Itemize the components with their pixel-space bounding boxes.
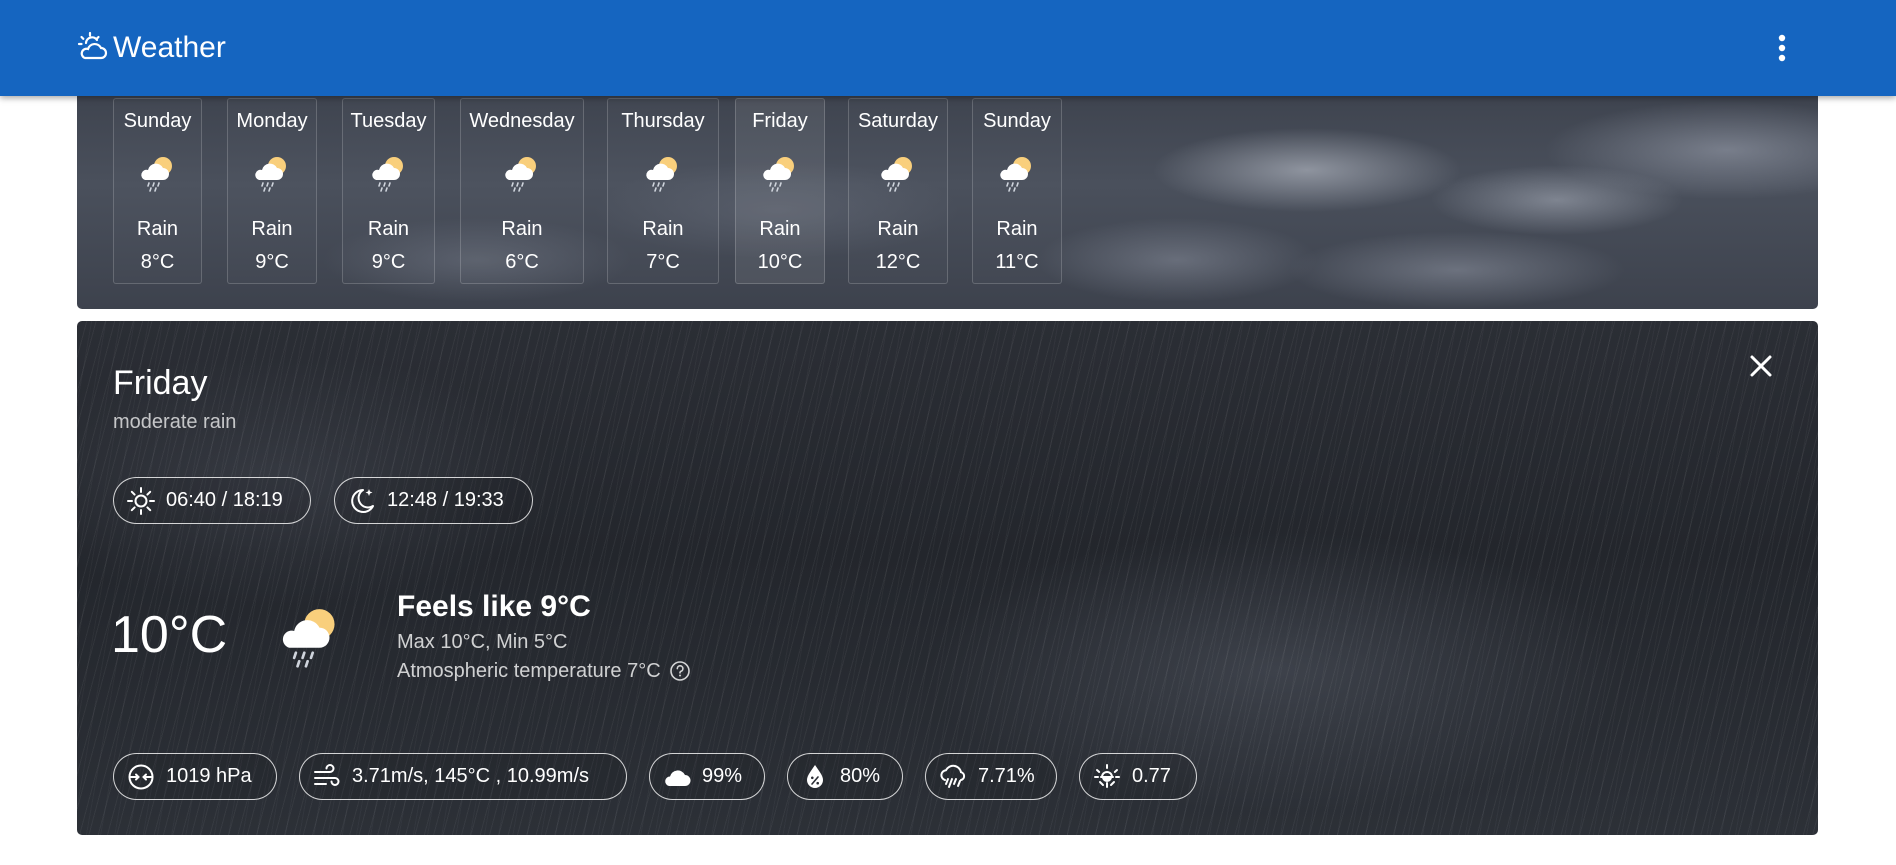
forecast-day-tile[interactable]: Tuesday Rain 9°C xyxy=(342,98,435,284)
day-detail-card: Friday moderate rain 06:40 / 18:19 12:48… xyxy=(77,321,1818,835)
atmospheric-temperature: Atmospheric temperature 7°C xyxy=(397,660,661,682)
day-condition: Rain xyxy=(136,218,179,240)
forecast-day-tile[interactable]: Saturday Rain 12°C xyxy=(848,98,948,284)
wind-chip: 3.71m/s, 145°C , 10.99m/s xyxy=(299,753,627,800)
pressure-chip: 1019 hPa xyxy=(113,753,277,800)
humidity-value: 80% xyxy=(840,765,881,787)
uv-index-chip: 0.77 xyxy=(1079,753,1197,800)
moon-stars-icon xyxy=(351,488,374,513)
current-temperature: 10°C xyxy=(111,606,228,664)
forecast-day-tile[interactable]: Thursday Rain 7°C xyxy=(607,98,719,284)
moonrise-moonset-chip: 12:48 / 19:33 xyxy=(334,477,533,524)
day-name: Sunday xyxy=(983,110,1051,132)
forecast-day-tile[interactable]: Sunday Rain 11°C xyxy=(972,98,1062,284)
day-name: Saturday xyxy=(857,110,939,132)
day-condition: Rain xyxy=(759,218,801,240)
day-temperature: 9°C xyxy=(255,251,289,273)
feels-like: Feels like 9°C xyxy=(397,590,591,623)
day-condition: Rain xyxy=(367,218,410,240)
close-icon xyxy=(1750,355,1772,377)
day-name: Monday xyxy=(236,110,308,132)
moonrise-moonset-value: 12:48 / 19:33 xyxy=(387,489,504,511)
precipitation-value: 7.71% xyxy=(978,765,1035,787)
day-temperature: 10°C xyxy=(757,251,803,273)
day-temperature: 8°C xyxy=(140,251,175,273)
weather-app-icon xyxy=(77,31,108,60)
more-options-button[interactable] xyxy=(1762,28,1802,68)
more-vert-icon xyxy=(1778,34,1786,62)
forecast-day-tile[interactable]: Wednesday Rain 6°C xyxy=(460,98,584,284)
detail-description: moderate rain xyxy=(113,411,237,433)
day-temperature: 11°C xyxy=(995,251,1039,273)
sunrise-sunset-chip: 06:40 / 18:19 xyxy=(113,477,311,524)
wind-value: 3.71m/s, 145°C , 10.99m/s xyxy=(352,765,590,787)
day-temperature: 9°C xyxy=(371,251,406,273)
day-condition: Rain xyxy=(996,218,1038,240)
rain-sun-icon xyxy=(763,157,794,192)
cloudiness-chip: 99% xyxy=(649,753,765,800)
rain-cloud-icon xyxy=(940,764,966,788)
day-name: Thursday xyxy=(621,110,705,132)
day-name: Wednesday xyxy=(469,110,575,132)
forecast-day-tile[interactable]: Monday Rain 9°C xyxy=(227,98,317,284)
help-icon[interactable] xyxy=(669,660,691,682)
detail-day-title: Friday xyxy=(113,364,208,402)
rain-sun-icon xyxy=(282,609,335,668)
day-temperature: 7°C xyxy=(646,251,680,273)
day-name: Friday xyxy=(752,110,808,132)
forecast-card: Sunday Rain 8°C Monday Rain 9°C Tuesday xyxy=(77,60,1818,309)
day-temperature: 12°C xyxy=(875,251,921,273)
day-condition: Rain xyxy=(877,218,919,240)
day-condition: Rain xyxy=(642,218,684,240)
uv-index-value: 0.77 xyxy=(1132,765,1171,787)
wind-icon xyxy=(314,763,340,786)
forecast-day-tile-selected[interactable]: Friday Rain 10°C xyxy=(735,98,825,284)
app-bar: Weather xyxy=(0,0,1896,96)
max-min-temperature: Max 10°C, Min 5°C xyxy=(397,631,568,653)
day-name: Tuesday xyxy=(350,110,427,132)
day-temperature: 6°C xyxy=(505,251,539,273)
day-condition: Rain xyxy=(501,218,543,240)
rain-sun-icon xyxy=(371,157,403,192)
cloud-icon xyxy=(665,769,691,786)
sunrise-icon xyxy=(127,486,155,515)
close-button[interactable] xyxy=(1744,349,1778,383)
day-name: Sunday xyxy=(123,110,192,132)
app-title: Weather xyxy=(113,31,226,64)
day-condition: Rain xyxy=(251,218,293,240)
rain-sun-icon xyxy=(505,157,536,192)
cloudiness-value: 99% xyxy=(702,765,743,787)
humidity-chip: 80% xyxy=(787,753,903,800)
rain-sun-icon xyxy=(646,157,677,192)
pressure-gauge-icon xyxy=(128,764,154,789)
pressure-value: 1019 hPa xyxy=(166,765,252,787)
forecast-day-tile[interactable]: Sunday Rain 8°C xyxy=(113,98,202,284)
sunrise-sunset-value: 06:40 / 18:19 xyxy=(166,489,283,511)
rain-sun-icon xyxy=(140,157,172,192)
uv-sun-icon xyxy=(1094,763,1120,788)
precipitation-chip: 7.71% xyxy=(925,753,1057,800)
rain-sun-icon xyxy=(881,157,912,192)
humidity-drop-icon xyxy=(807,764,823,788)
atmospheric-temperature-row: Atmospheric temperature 7°C xyxy=(397,658,691,684)
rain-sun-icon xyxy=(255,157,286,192)
rain-sun-icon xyxy=(1000,157,1031,192)
